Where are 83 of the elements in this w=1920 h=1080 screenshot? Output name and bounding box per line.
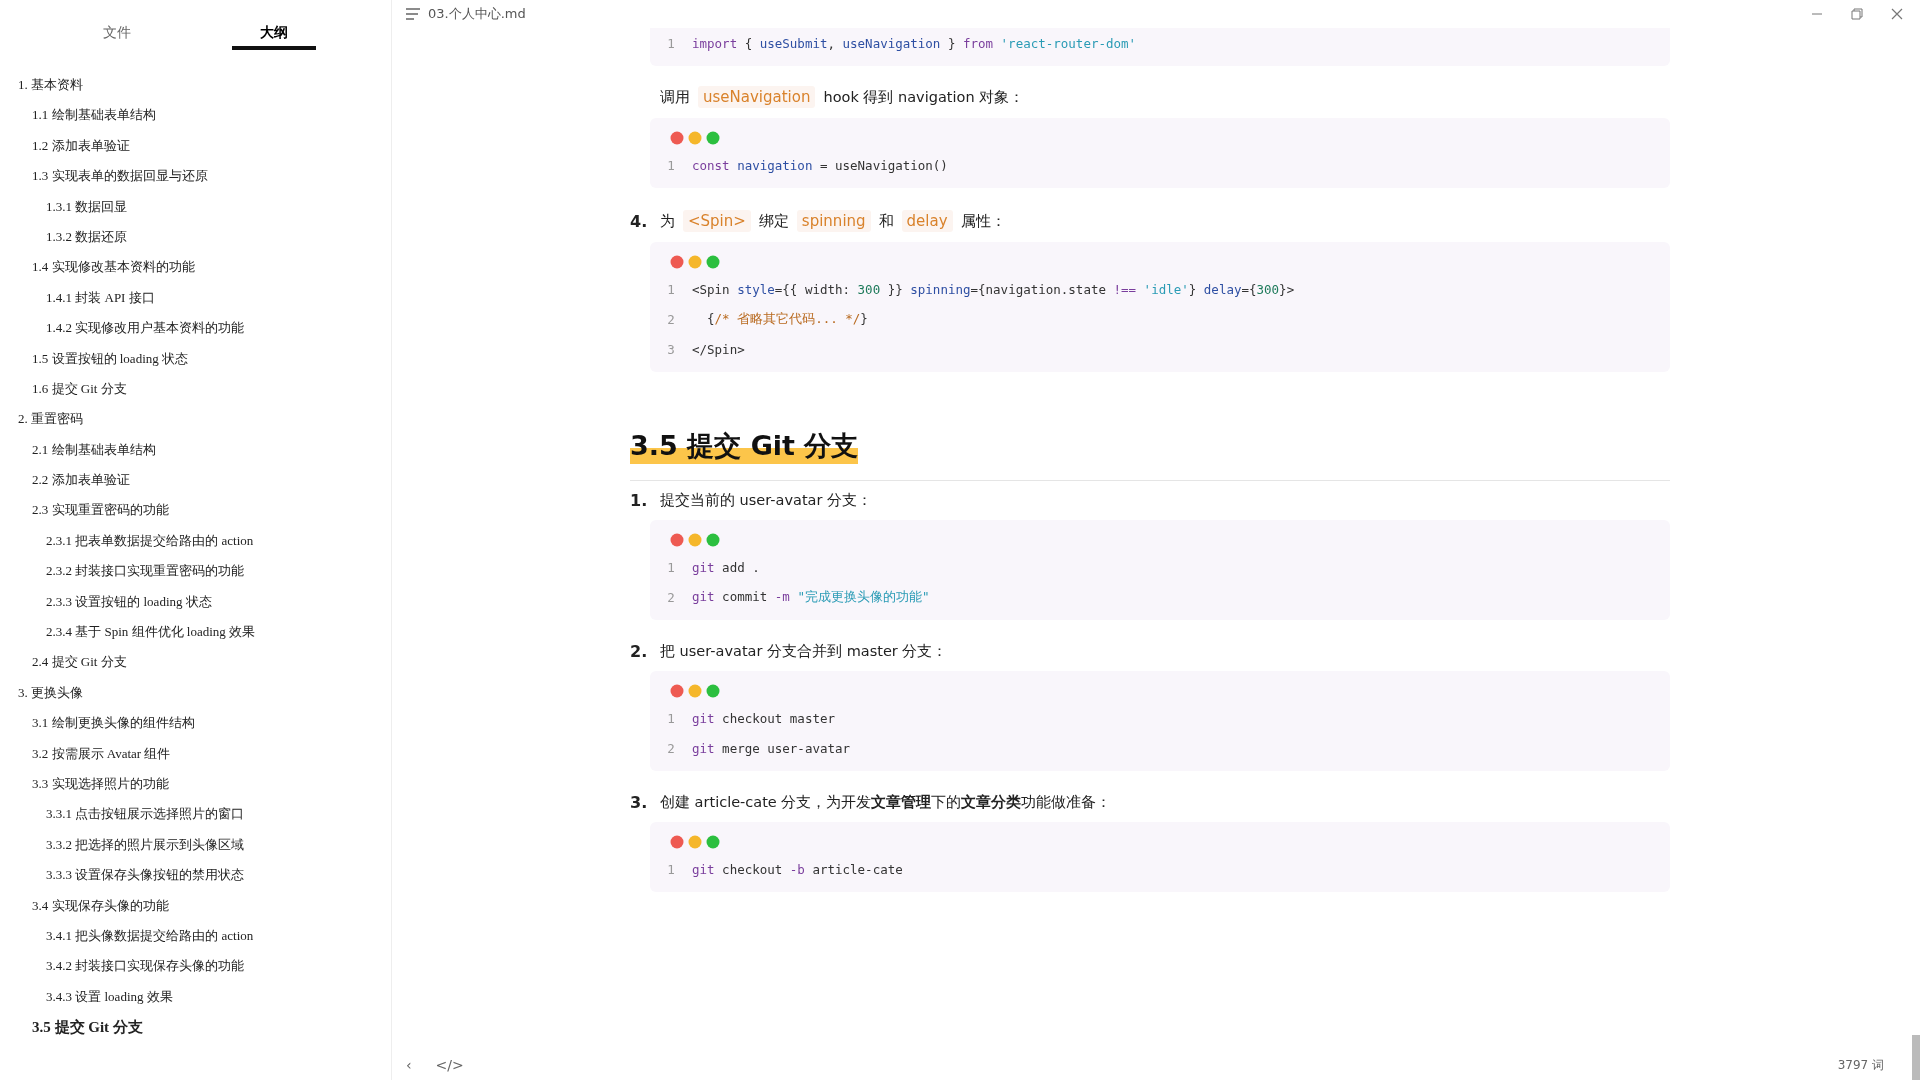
- line-number: 3: [666, 341, 676, 357]
- paragraph-text: 调用: [660, 87, 690, 107]
- line-number: 1: [666, 861, 676, 877]
- file-name: 03.个人中心.md: [428, 5, 526, 23]
- outline-item[interactable]: 1.4.2 实现修改用户基本资料的功能: [46, 313, 391, 344]
- source-code-button[interactable]: </>: [431, 1057, 468, 1073]
- outline-item[interactable]: 1.4.1 封装 API 接口: [46, 282, 391, 314]
- outline-item[interactable]: 3.4.2 封装接口实现保存头像的功能: [46, 951, 391, 982]
- outline-item[interactable]: 3.1 绘制更换头像的组件结构: [32, 708, 391, 739]
- sidebar-tab[interactable]: 文件: [74, 20, 159, 50]
- outline-item[interactable]: 2.3.1 把表单数据提交给路由的 action: [46, 525, 391, 557]
- back-button[interactable]: ‹: [402, 1057, 416, 1073]
- menu-icon[interactable]: [406, 8, 420, 20]
- outline-item[interactable]: 2.1 绘制基础表单结构: [32, 434, 391, 466]
- code-line: git add .: [692, 559, 760, 575]
- window-dots-icon: [670, 532, 720, 548]
- window-dots-icon: [670, 683, 720, 699]
- code-line: </Spin>: [692, 341, 745, 357]
- line-number: 1: [666, 35, 676, 51]
- code-line: git commit -m "完成更换头像的功能": [692, 588, 930, 606]
- sidebar-tab[interactable]: 大纲: [232, 20, 317, 50]
- outline-item[interactable]: 2.3.2 封装接口实现重置密码的功能: [46, 556, 391, 587]
- list-number: 2.: [630, 642, 649, 661]
- paragraph-text: 和: [878, 211, 894, 231]
- outline-item[interactable]: 2.2 添加表单验证: [32, 465, 391, 496]
- inline-code: spinning: [796, 210, 871, 232]
- outline-item[interactable]: 3.4.3 设置 loading 效果: [46, 981, 391, 1013]
- line-number: 1: [666, 559, 676, 575]
- code-line: import { useSubmit, useNavigation } from 'react-router-dom': [692, 35, 1137, 51]
- paragraph-text: hook 得到 navigation 对象：: [823, 87, 1025, 107]
- window-dots-icon: [670, 834, 720, 850]
- code-line: git checkout master: [692, 710, 835, 726]
- outline-item[interactable]: 3.3.3 设置保存头像按钮的禁用状态: [46, 860, 391, 891]
- outline-item[interactable]: 1.3 实现表单的数据回显与还原: [32, 161, 391, 192]
- code-line: {/* 省略其它代码... */}: [706, 310, 868, 328]
- outline-item[interactable]: 3.4 实现保存头像的功能: [32, 890, 391, 921]
- outline-item[interactable]: 2. 重置密码: [18, 404, 391, 435]
- paragraph-text: 属性：: [960, 211, 1006, 231]
- outline-item[interactable]: 3.4.1 把头像数据提交给路由的 action: [46, 920, 391, 952]
- line-number: 2: [666, 311, 676, 327]
- outline-item[interactable]: 1.5 设置按钮的 loading 状态: [32, 343, 391, 374]
- outline-item[interactable]: 2.4 提交 Git 分支: [32, 647, 391, 678]
- inline-code: delay: [901, 210, 953, 232]
- line-number: 2: [666, 740, 676, 756]
- outline-item[interactable]: 3. 更换头像: [18, 677, 391, 709]
- line-number: 1: [666, 281, 676, 297]
- outline-item[interactable]: 3.5 提交 Git 分支: [32, 1012, 391, 1043]
- outline-item[interactable]: 1.3.2 数据还原: [46, 221, 391, 253]
- code-line: <Spin style={{ width: 300 }} spinning={navigation.state !== 'idle'} delay={300}>: [692, 281, 1295, 297]
- line-number: 2: [666, 589, 676, 605]
- word-count: 3797 词: [1837, 1056, 1884, 1074]
- paragraph-text: 绑定: [758, 211, 789, 231]
- scrollbar-thumb[interactable]: [1912, 1035, 1920, 1080]
- outline-item[interactable]: 1.4 实现修改基本资料的功能: [32, 252, 391, 283]
- outline-item[interactable]: 3.2 按需展示 Avatar 组件: [32, 738, 391, 769]
- inline-code: <Spin>: [683, 210, 751, 232]
- window-dots-icon: [670, 130, 720, 146]
- paragraph-text: 创建 article-cate 分支，为开发文章管理下的文章分类功能做准备：: [660, 793, 1112, 812]
- paragraph-text: 为: [660, 211, 675, 231]
- inline-code: useNavigation: [698, 86, 816, 108]
- restore-icon[interactable]: [1848, 5, 1866, 23]
- paragraph-text: 把 user-avatar 分支合并到 master 分支：: [660, 642, 948, 661]
- paragraph-text: 提交当前的 user-avatar 分支：: [660, 491, 873, 510]
- outline-item[interactable]: 2.3.3 设置按钮的 loading 状态: [46, 586, 391, 618]
- window-dots-icon: [670, 254, 720, 270]
- outline-item[interactable]: 1.2 添加表单验证: [32, 130, 391, 162]
- code-line: const navigation = useNavigation(): [692, 157, 948, 173]
- outline-item[interactable]: 3.3.2 把选择的照片展示到头像区域: [46, 829, 391, 861]
- outline-item[interactable]: 3.3.1 点击按钮展示选择照片的窗口: [46, 799, 391, 830]
- line-number: 1: [666, 157, 676, 173]
- list-number: 1.: [630, 491, 649, 510]
- outline-item[interactable]: 2.3 实现重置密码的功能: [32, 495, 391, 526]
- list-number: 4.: [630, 211, 649, 231]
- outline-item[interactable]: 1.3.1 数据回显: [46, 191, 391, 222]
- code-line: git checkout -b article-cate: [692, 861, 903, 877]
- outline-item[interactable]: 3.3 实现选择照片的功能: [32, 769, 391, 800]
- list-number: 3.: [630, 793, 649, 812]
- outline-item[interactable]: 2.3.4 基于 Spin 组件优化 loading 效果: [46, 617, 391, 648]
- line-number: 1: [666, 710, 676, 726]
- code-line: git merge user-avatar: [692, 740, 851, 756]
- outline-item[interactable]: 1.6 提交 Git 分支: [32, 373, 391, 405]
- outline-item[interactable]: 1.1 绘制基础表单结构: [32, 100, 391, 131]
- outline-item[interactable]: 1. 基本资料: [18, 70, 391, 101]
